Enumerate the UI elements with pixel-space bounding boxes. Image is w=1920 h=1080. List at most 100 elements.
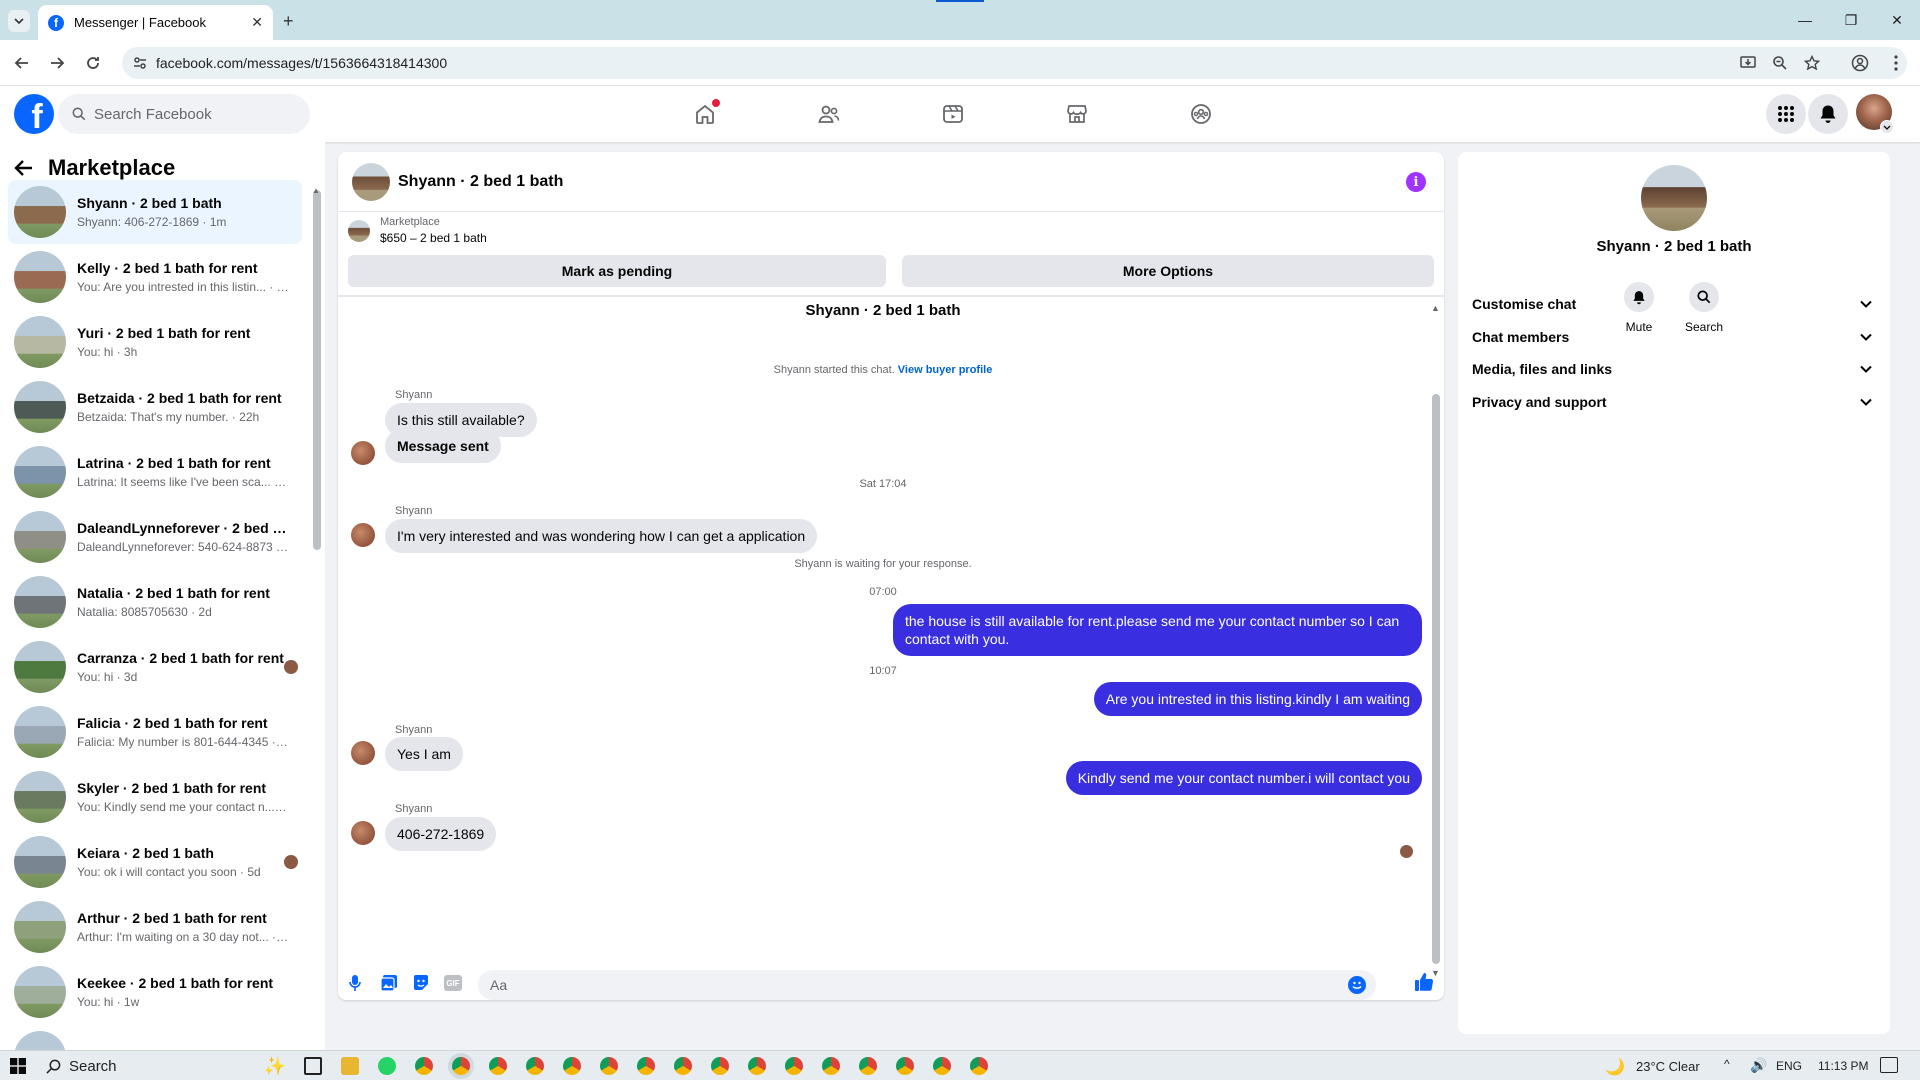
taskbar-search[interactable]: Search ✨: [38, 1053, 294, 1079]
chrome-icon[interactable]: [822, 1057, 840, 1075]
details-section-row[interactable]: Privacy and support: [1472, 384, 1882, 420]
browser-menu-icon[interactable]: [1882, 49, 1910, 77]
incoming-message[interactable]: Yes I am: [385, 737, 463, 771]
site-settings-icon[interactable]: [132, 55, 148, 71]
view-buyer-profile-link[interactable]: View buyer profile: [898, 364, 993, 376]
restore-icon[interactable]: ❐: [1828, 6, 1874, 34]
windows-start-icon[interactable]: [10, 1058, 26, 1074]
details-section-row[interactable]: Chat members: [1472, 319, 1882, 355]
account-chevron-down-icon[interactable]: [1880, 120, 1894, 134]
chrome-icon[interactable]: [859, 1057, 877, 1075]
task-view-icon[interactable]: [304, 1057, 322, 1075]
incoming-message[interactable]: Message sent: [385, 429, 501, 463]
chrome-icon[interactable]: [711, 1057, 729, 1075]
nav-video-tab[interactable]: [928, 94, 978, 134]
chrome-icon[interactable]: [452, 1057, 470, 1075]
sender-avatar[interactable]: [351, 741, 375, 765]
sidebar-scrollbar[interactable]: [313, 190, 321, 550]
chrome-icon[interactable]: [970, 1057, 988, 1075]
scroll-up-icon[interactable]: ▲: [312, 186, 320, 195]
conversation-item[interactable]: Betzaida · 2 bed 1 bath for rent Betzaida…: [8, 375, 302, 439]
language-indicator[interactable]: ENG: [1776, 1059, 1802, 1073]
reload-icon[interactable]: [79, 49, 107, 77]
scroll-up-icon[interactable]: ▲: [1431, 303, 1440, 313]
url-field[interactable]: facebook.com/messages/t/1563664318414300: [122, 47, 1907, 79]
listing-info[interactable]: Marketplace $650 – 2 bed 1 bath: [348, 216, 487, 245]
conversation-item[interactable]: Carranza · 2 bed 1 bath for rent You: hi …: [8, 635, 302, 699]
conversation-item[interactable]: Yuri · 2 bed 1 bath for rent You: hi · 3h: [8, 310, 302, 374]
sticker-icon[interactable]: [412, 974, 430, 992]
clock[interactable]: 11:13 PM: [1818, 1059, 1868, 1073]
tray-chevron-up-icon[interactable]: ^: [1724, 1057, 1730, 1071]
tab-list-chevron-icon[interactable]: [8, 10, 30, 32]
conversation-item[interactable]: Shyann · 2 bed 1 bath Shyann: 406-272-186…: [8, 180, 302, 244]
forward-arrow-icon[interactable]: [43, 49, 71, 77]
chrome-icon[interactable]: [563, 1057, 581, 1075]
conversation-item[interactable]: DaleandLynneforever · 2 bed 1 b... Dalean…: [8, 505, 302, 569]
chrome-icon[interactable]: [896, 1057, 914, 1075]
info-icon[interactable]: i: [1406, 172, 1426, 192]
chrome-icon[interactable]: [674, 1057, 692, 1075]
outgoing-message[interactable]: Kindly send me your contact number.i wil…: [1065, 761, 1422, 795]
conversation-item[interactable]: Kelly · 2 bed 1 bath for rent You: Are yo…: [8, 245, 302, 309]
chrome-icon[interactable]: [933, 1057, 951, 1075]
nav-home-tab[interactable]: [680, 94, 730, 134]
back-arrow-icon[interactable]: [8, 49, 36, 77]
profile-icon[interactable]: [1846, 49, 1874, 77]
microphone-icon[interactable]: [348, 974, 362, 992]
outgoing-message[interactable]: Are you intrested in this listing.kindly…: [1093, 682, 1422, 716]
conversation-item[interactable]: Falicia · 2 bed 1 bath for rent Falicia: …: [8, 700, 302, 764]
like-thumb-icon[interactable]: [1414, 972, 1434, 992]
tab-close-icon[interactable]: ✕: [251, 14, 263, 31]
mark-as-pending-button[interactable]: Mark as pending: [348, 255, 886, 287]
chrome-icon[interactable]: [748, 1057, 766, 1075]
chrome-icon[interactable]: [637, 1057, 655, 1075]
menu-grid-button[interactable]: [1766, 94, 1806, 134]
message-input[interactable]: Aa: [478, 970, 1376, 1000]
nav-groups-tab[interactable]: [1176, 94, 1226, 134]
zoom-icon[interactable]: [1766, 49, 1794, 77]
browser-tab[interactable]: f Messenger | Facebook ✕: [38, 5, 273, 40]
gif-icon[interactable]: GIF: [444, 975, 462, 991]
details-section-row[interactable]: Media, files and links: [1472, 351, 1882, 387]
outgoing-message[interactable]: the house is still available for rent.pl…: [893, 604, 1422, 656]
bookmark-star-icon[interactable]: [1798, 49, 1826, 77]
window-close-icon[interactable]: ✕: [1874, 6, 1920, 34]
photo-icon[interactable]: [380, 974, 398, 992]
conversation-item[interactable]: Natalia · 2 bed 1 bath for rent Natalia: …: [8, 570, 302, 634]
chat-avatar[interactable]: [352, 162, 390, 201]
nav-friends-tab[interactable]: [804, 94, 854, 134]
conversation-item[interactable]: Skyler · 2 bed 1 bath for rent You: Kindl…: [8, 765, 302, 829]
back-arrow-icon[interactable]: [14, 159, 34, 177]
install-app-icon[interactable]: [1734, 49, 1762, 77]
new-tab-icon[interactable]: +: [283, 11, 294, 32]
sender-avatar[interactable]: [351, 441, 375, 465]
chat-scrollbar[interactable]: [1432, 394, 1440, 964]
conversation-item[interactable]: Seth · 2 bed 1 bath for rent: [8, 1025, 302, 1050]
details-section-row[interactable]: Customise chat: [1472, 286, 1882, 322]
notifications-button[interactable]: [1808, 94, 1848, 134]
chrome-icon[interactable]: [785, 1057, 803, 1075]
sender-avatar[interactable]: [351, 821, 375, 845]
incoming-message[interactable]: 406-272-1869: [385, 817, 497, 851]
file-explorer-icon[interactable]: [341, 1057, 359, 1075]
emoji-icon[interactable]: [1348, 976, 1366, 994]
incoming-message[interactable]: I'm very interested and was wondering ho…: [385, 519, 818, 553]
chat-title[interactable]: Shyann · 2 bed 1 bath: [398, 173, 563, 191]
chrome-icon[interactable]: [489, 1057, 507, 1075]
facebook-search-input[interactable]: Search Facebook: [58, 94, 310, 134]
whatsapp-icon[interactable]: [378, 1057, 396, 1075]
nav-marketplace-tab[interactable]: [1052, 94, 1102, 134]
chrome-icon[interactable]: [415, 1057, 433, 1075]
minimize-icon[interactable]: —: [1782, 6, 1828, 34]
conversation-item[interactable]: Latrina · 2 bed 1 bath for rent Latrina: …: [8, 440, 302, 504]
sender-avatar[interactable]: [351, 523, 375, 547]
notification-center-icon[interactable]: [1880, 1057, 1898, 1073]
facebook-logo-icon[interactable]: f: [14, 94, 54, 134]
speaker-icon[interactable]: 🔊: [1750, 1057, 1767, 1074]
chrome-icon[interactable]: [526, 1057, 544, 1075]
details-avatar[interactable]: [1641, 165, 1707, 231]
conversation-item[interactable]: Arthur · 2 bed 1 bath for rent Arthur: I'…: [8, 895, 302, 959]
conversation-item[interactable]: Keekee · 2 bed 1 bath for rent You: hi · …: [8, 960, 302, 1024]
chrome-icon[interactable]: [600, 1057, 618, 1075]
